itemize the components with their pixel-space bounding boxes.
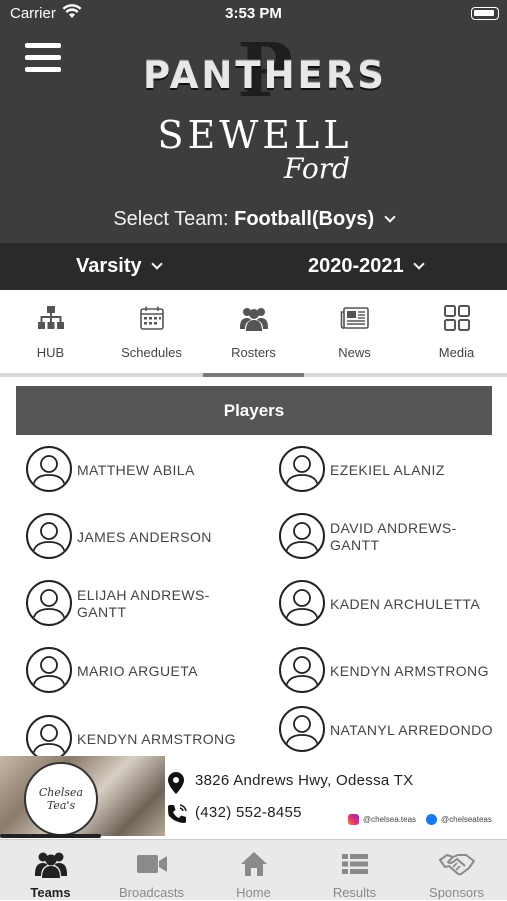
home-icon	[203, 849, 304, 879]
filter-bar: Varsity 2020-2021	[0, 243, 507, 290]
newspaper-icon	[304, 303, 405, 333]
bottom-tab-sponsors[interactable]: Sponsors	[406, 840, 507, 901]
handshake-icon	[406, 849, 507, 879]
player-name: ELIJAH ANDREWS-GANTT	[77, 587, 210, 620]
ad-logo: Chelsea Tea's	[24, 762, 98, 836]
ad-phone: (432) 552-8455	[195, 804, 302, 821]
sponsor-logo[interactable]: SEWELL Ford	[150, 114, 360, 190]
bottom-tab-broadcasts[interactable]: Broadcasts	[101, 840, 202, 901]
bottom-tab-label: Results	[332, 885, 377, 900]
players-section-header: Players	[16, 386, 492, 435]
group-icon	[203, 303, 304, 333]
bottom-tab-teams[interactable]: Teams	[0, 840, 101, 901]
player-name: MATTHEW ABILA	[77, 461, 195, 478]
chevron-down-icon	[151, 258, 163, 270]
player-card[interactable]: EZEKIEL ALANIZ	[279, 440, 507, 500]
grid-icon	[406, 303, 507, 333]
select-team-label: Select Team:	[113, 208, 229, 230]
video-camera-icon	[101, 849, 202, 879]
season-value: 2020-2021	[308, 255, 404, 277]
player-card[interactable]: MATTHEW ABILA	[26, 440, 256, 500]
avatar-icon	[279, 513, 325, 559]
menu-icon[interactable]	[25, 43, 61, 73]
clock: 3:53 PM	[225, 5, 282, 22]
avatar-icon	[279, 706, 325, 752]
chevron-down-icon	[384, 211, 396, 223]
selected-team: Football(Boys)	[234, 208, 375, 230]
avatar-icon	[26, 715, 72, 756]
org-chart-icon	[0, 303, 101, 333]
avatar-icon	[26, 580, 72, 626]
avatar-icon	[26, 647, 72, 693]
facebook-icon	[426, 814, 438, 825]
bottom-tab-label: Teams	[30, 885, 71, 900]
player-name: JAMES ANDERSON	[77, 528, 212, 545]
team-selector[interactable]: Select Team: Football(Boys)	[0, 208, 507, 231]
bottom-tab-label: Home	[236, 885, 271, 900]
player-card[interactable]: KADEN ARCHULETTA	[279, 574, 507, 634]
tab-media[interactable]: Media	[406, 290, 507, 374]
active-tab-indicator	[203, 373, 304, 377]
tab-hub[interactable]: HUB	[0, 290, 101, 374]
tab-indicator-track	[0, 373, 507, 377]
player-card[interactable]: NATANYL ARREDONDO	[279, 700, 507, 756]
sponsor-name: SEWELL	[157, 113, 353, 157]
horizontal-scrollbar[interactable]	[0, 834, 101, 838]
bottom-tab-results[interactable]: Results	[304, 840, 405, 901]
instagram-handle: @chelsea.teas	[363, 815, 417, 824]
player-name: KADEN ARCHULETTA	[330, 595, 481, 612]
team-logo-text: PANTHERS	[143, 54, 387, 97]
calendar-icon	[101, 303, 202, 333]
player-card[interactable]: ELIJAH ANDREWS-GANTT	[26, 574, 256, 634]
level-selector[interactable]: Varsity	[76, 255, 163, 278]
app-header: Carrier 3:53 PM P PANTHERS SEWELL Ford S…	[0, 0, 507, 243]
tab-label: HUB	[36, 345, 65, 360]
player-card[interactable]: KENDYN ARMSTRONG	[26, 709, 256, 756]
player-card[interactable]: DAVID ANDREWS-GANTT	[279, 507, 507, 567]
section-tabs: HUB Schedules Rosters News Media	[0, 290, 507, 378]
tab-label: Media	[438, 345, 475, 360]
player-card[interactable]: JAMES ANDERSON	[26, 507, 256, 567]
tab-label: Schedules	[121, 345, 182, 360]
list-icon	[304, 849, 405, 879]
phone-icon	[165, 802, 189, 831]
season-selector[interactable]: 2020-2021	[308, 255, 425, 278]
tab-news[interactable]: News	[304, 290, 405, 374]
instagram-icon	[348, 814, 359, 825]
ad-address: 3826 Andrews Hwy, Odessa TX	[195, 772, 414, 789]
ad-social-handles: @chelsea.teas @chelseateas	[348, 814, 492, 825]
player-name: EZEKIEL ALANIZ	[330, 461, 445, 478]
avatar-icon	[26, 446, 72, 492]
sponsor-ad-banner[interactable]: Chelsea Tea's 3826 Andrews Hwy, Odessa T…	[0, 756, 507, 836]
player-name: NATANYL ARREDONDO	[330, 721, 493, 738]
player-name: MARIO ARGUETA	[77, 662, 198, 679]
team-logo: P PANTHERS	[105, 34, 425, 108]
avatar-icon	[279, 446, 325, 492]
tab-schedules[interactable]: Schedules	[101, 290, 202, 374]
bottom-tab-label: Broadcasts	[118, 885, 185, 900]
player-name: DAVID ANDREWS-GANTT	[330, 520, 457, 553]
bottom-tab-home[interactable]: Home	[203, 840, 304, 901]
player-card[interactable]: KENDYN ARMSTRONG	[279, 641, 507, 701]
player-card[interactable]: MARIO ARGUETA	[26, 641, 256, 701]
chevron-down-icon	[413, 258, 425, 270]
battery-icon	[471, 7, 499, 20]
status-bar: Carrier 3:53 PM	[0, 0, 507, 28]
bottom-tab-label: Sponsors	[429, 885, 484, 900]
player-name: KENDYN ARMSTRONG	[330, 662, 489, 679]
level-value: Varsity	[76, 255, 142, 277]
location-pin-icon	[167, 771, 185, 800]
sponsor-brand: Ford	[283, 152, 350, 185]
players-grid: MATTHEW ABILA EZEKIEL ALANIZ JAMES ANDER…	[0, 440, 507, 756]
tab-label: Rosters	[231, 345, 276, 360]
tab-label: News	[338, 345, 371, 360]
teams-icon	[0, 849, 101, 879]
avatar-icon	[279, 580, 325, 626]
avatar-icon	[26, 513, 72, 559]
facebook-handle: @chelseateas	[441, 815, 492, 824]
tab-rosters[interactable]: Rosters	[203, 290, 304, 374]
player-name: KENDYN ARMSTRONG	[77, 730, 236, 747]
bottom-tab-bar: Teams Broadcasts Home Results Sponsors	[0, 839, 507, 900]
avatar-icon	[279, 647, 325, 693]
